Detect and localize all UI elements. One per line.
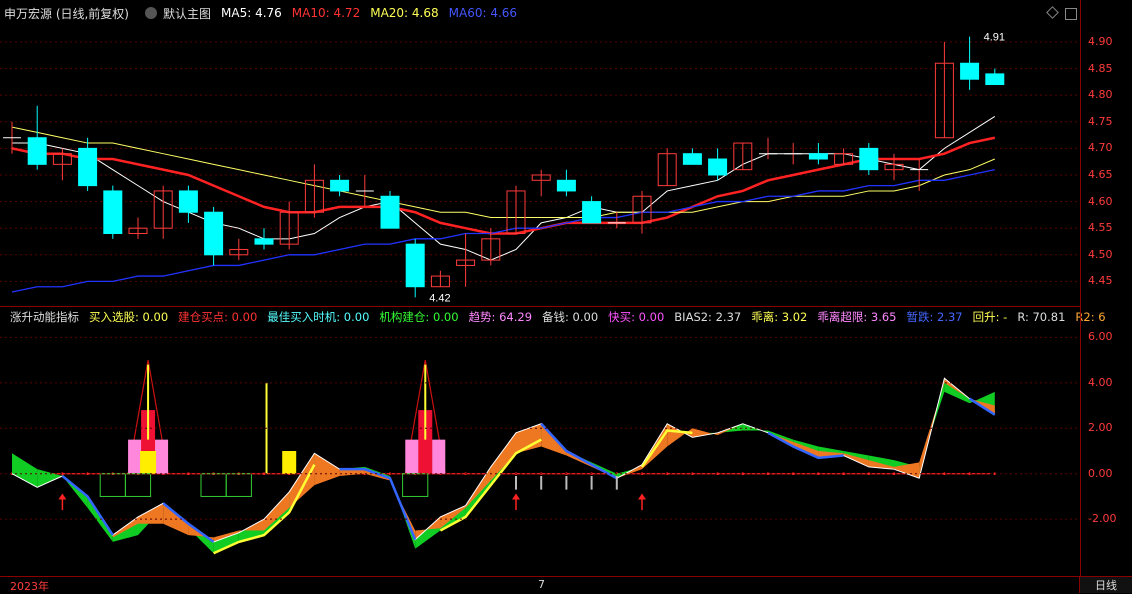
price-chart: 4.91 4.42	[0, 32, 1080, 304]
zero-dot	[262, 472, 266, 476]
price-tick: 4.70	[1088, 141, 1113, 155]
best-time: 最佳买入时机: 0.00	[267, 310, 370, 324]
orange-band	[314, 453, 340, 486]
indicator-tick: 2.00	[1088, 421, 1113, 435]
preset-name[interactable]: 默认主图	[163, 5, 211, 22]
indicator-tick: 6.00	[1088, 330, 1113, 344]
inst-build-box	[124, 473, 152, 497]
reserve-value: 备钱: 0.00	[542, 310, 599, 324]
inst-build-box	[200, 473, 227, 497]
high-marker: 4.91	[984, 32, 1005, 44]
zero-dot	[791, 472, 795, 476]
indicator-tick: 4.00	[1088, 375, 1113, 389]
zero-dot	[842, 472, 845, 476]
diamond-icon[interactable]	[1046, 6, 1059, 19]
maximize-icon[interactable]	[1065, 8, 1077, 20]
ma5-line	[12, 116, 996, 261]
indicator-tick: -2.00	[1088, 512, 1117, 526]
bias2-value: BIAS2: 2.37	[674, 310, 742, 324]
ma10-value: MA10: 4.72	[291, 6, 361, 20]
price-tick: 4.50	[1088, 247, 1113, 261]
date-bar: 2023年 7 日线	[0, 576, 1132, 593]
green-band	[12, 453, 38, 488]
candle-body	[78, 147, 98, 187]
indicator-chart	[0, 336, 1080, 555]
ma60-line	[11, 169, 995, 293]
candle-body	[859, 147, 879, 171]
ma5-value: MA5: 4.76	[221, 6, 282, 20]
deviation-value: 乖离: 3.02	[751, 310, 808, 324]
candle-body	[405, 243, 425, 288]
buy-arrow-head	[58, 493, 67, 500]
rise-value: 回升: -	[972, 310, 1008, 324]
low-marker: 4.42	[429, 292, 450, 304]
settings-icon[interactable]	[145, 7, 157, 19]
green-band	[37, 469, 63, 488]
ma20-value: MA20: 4.68	[370, 6, 439, 20]
candle-body	[708, 158, 728, 176]
candle-body	[27, 137, 47, 165]
zero-dot	[766, 472, 770, 476]
fast-buy: 快买: 0.00	[608, 310, 665, 324]
candle-body	[808, 153, 828, 160]
price-tick: 4.90	[1088, 34, 1113, 48]
candle-body	[985, 73, 1005, 86]
inst-build: 机构建仓: 0.00	[379, 310, 459, 324]
price-tick: 4.60	[1088, 194, 1113, 208]
buy-bar	[282, 451, 297, 474]
deviation-limit: 乖离超限: 3.65	[817, 310, 897, 324]
zero-dot	[187, 472, 190, 476]
buy-arrow-head	[512, 493, 520, 500]
r-value: R: 70.81	[1017, 310, 1066, 324]
candle-body	[178, 190, 198, 213]
build-point: 建仓买点: 0.00	[178, 310, 258, 324]
candle-body	[204, 211, 224, 256]
zero-dot	[817, 472, 820, 476]
blue-fall-line	[339, 467, 417, 541]
inst-build-box	[99, 473, 126, 497]
price-tick: 4.55	[1088, 221, 1113, 235]
ma10-line	[11, 136, 996, 235]
inst-build-box	[225, 473, 252, 497]
orange-band	[692, 428, 718, 438]
period-tab[interactable]: 日线	[1079, 577, 1132, 593]
ma60-value: MA60: 4.66	[448, 6, 518, 20]
indicator-tick: 0.00	[1088, 466, 1113, 480]
zero-dot	[892, 472, 896, 476]
zero-dot	[867, 472, 871, 476]
indicator-title[interactable]: 涨升动能指标	[10, 309, 79, 325]
orange-band	[138, 503, 164, 524]
price-tick: 4.65	[1088, 167, 1113, 181]
price-tick: 4.80	[1088, 88, 1113, 102]
buy-select: 买入选股: 0.00	[89, 310, 169, 324]
trend-value: 趋势: 64.29	[468, 310, 533, 324]
candle-body	[254, 238, 274, 245]
buy-bar	[140, 451, 157, 474]
main-title[interactable]: 申万宏源 (日线,前复权)	[4, 5, 129, 22]
inst-build-box	[402, 473, 429, 497]
candle-body	[960, 62, 980, 80]
candle-body	[330, 179, 350, 192]
candle-body	[682, 153, 702, 165]
indicator-axis	[1080, 306, 1132, 576]
main-chart-header: 申万宏源 (日线,前复权) 默认主图 MA5: 4.76 MA10: 4.72 …	[0, 0, 1080, 26]
candle-body	[380, 195, 400, 229]
candle-body	[556, 179, 576, 192]
price-tick: 4.45	[1088, 274, 1113, 288]
candle-body	[103, 190, 123, 235]
candle-body	[582, 201, 602, 224]
date-mid: 7	[538, 578, 545, 591]
indicator-header: 涨升动能指标 买入选股: 0.00 建仓买点: 0.00 最佳买入时机: 0.0…	[0, 306, 1106, 327]
fall-value: 暂跌: 2.37	[906, 310, 963, 324]
window-controls	[1046, 6, 1077, 20]
price-tick: 4.85	[1088, 61, 1113, 75]
buy-arrow-head	[638, 493, 646, 500]
ma20-line	[11, 126, 995, 219]
price-tick: 4.75	[1088, 114, 1113, 128]
